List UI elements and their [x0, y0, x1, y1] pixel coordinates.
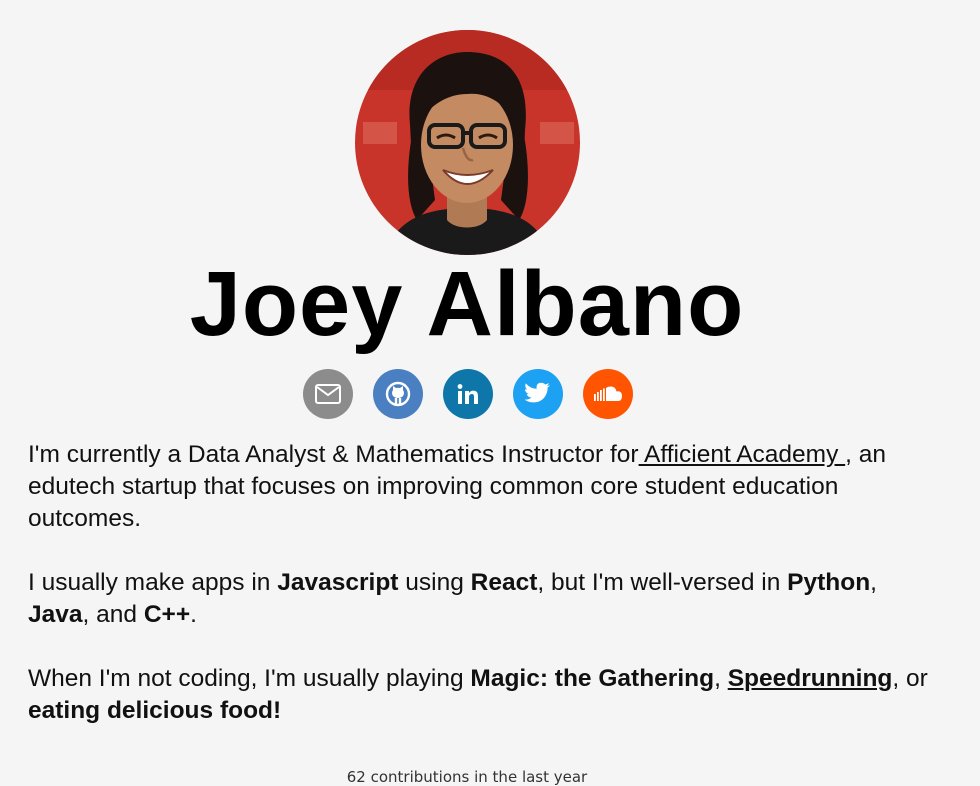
bio-paragraph-work: I'm currently a Data Analyst & Mathemati…: [28, 439, 928, 535]
afficient-academy-link[interactable]: Afficient Academy: [639, 441, 846, 468]
bio-text: ,: [870, 569, 877, 596]
mail-icon: [315, 384, 341, 404]
avatar: [355, 30, 580, 255]
email-button[interactable]: [303, 369, 353, 419]
hobby-magic: Magic: the Gathering: [470, 665, 715, 692]
bio-text: , and: [82, 601, 144, 628]
linkedin-icon: [457, 384, 478, 404]
bio-text: .: [190, 601, 197, 628]
linkedin-button[interactable]: [443, 369, 493, 419]
twitter-button[interactable]: [513, 369, 563, 419]
twitter-icon: [524, 382, 550, 403]
skill-react: React: [470, 569, 538, 596]
bio: I'm currently a Data Analyst & Mathemati…: [28, 439, 928, 759]
bio-text: When I'm not coding, I'm usually playing: [28, 665, 471, 692]
profile-name: Joey Albano: [189, 253, 745, 355]
bio-text: I usually make apps in: [28, 569, 278, 596]
bio-text: , or: [892, 665, 928, 692]
soundcloud-button[interactable]: [583, 369, 633, 419]
github-button[interactable]: [373, 369, 423, 419]
skill-cpp: C++: [143, 601, 191, 628]
skill-python: Python: [787, 569, 871, 596]
github-icon: [385, 381, 411, 407]
bio-text: I'm currently a Data Analyst & Mathemati…: [28, 441, 639, 468]
hobby-food: eating delicious food!: [28, 697, 282, 724]
bio-paragraph-skills: I usually make apps in Javascript using …: [28, 567, 928, 631]
bio-paragraph-hobbies: When I'm not coding, I'm usually playing…: [28, 663, 928, 727]
avatar-photo: [355, 30, 580, 255]
bio-text: ,: [714, 665, 728, 692]
contributions-summary: 62 contributions in the last year: [346, 768, 588, 786]
skill-javascript: Javascript: [277, 569, 399, 596]
bio-text: , but I'm well-versed in: [537, 569, 788, 596]
soundcloud-icon: [594, 386, 622, 401]
speedrunning-link[interactable]: Speedrunning: [728, 665, 893, 692]
bio-text: using: [398, 569, 471, 596]
skill-java: Java: [28, 601, 83, 628]
social-links: [303, 369, 633, 419]
